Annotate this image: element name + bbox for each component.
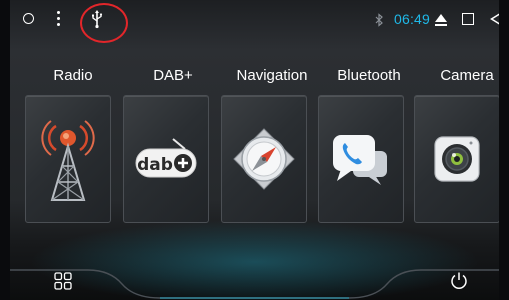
app-label-navigation: Navigation bbox=[236, 67, 308, 84]
status-bar: 06:49 bbox=[10, 0, 499, 43]
app-tile-radio[interactable] bbox=[25, 95, 111, 223]
home-circle-icon[interactable] bbox=[23, 13, 34, 24]
head-unit-screen: 06:49 Radio DAB+ Navigation Bluetooth Ca… bbox=[10, 0, 499, 300]
clock: 06:49 bbox=[394, 11, 431, 27]
radio-tower-icon bbox=[41, 120, 95, 201]
bluetooth-phone-icon bbox=[333, 135, 387, 185]
app-tile-dab[interactable]: dab bbox=[123, 95, 209, 223]
app-tile-navigation[interactable] bbox=[221, 95, 307, 223]
bottom-bar bbox=[10, 258, 499, 300]
back-triangle-icon[interactable] bbox=[490, 12, 499, 26]
app-label-radio: Radio bbox=[53, 67, 93, 84]
app-tile-camera[interactable] bbox=[414, 95, 499, 223]
app-label-camera: Camera bbox=[440, 67, 494, 84]
app-tile-bluetooth[interactable] bbox=[318, 95, 404, 223]
app-labels-row: Radio DAB+ Navigation Bluetooth Camera bbox=[10, 67, 499, 87]
compass-icon bbox=[233, 128, 295, 190]
apps-grid-icon[interactable] bbox=[54, 272, 72, 290]
bottom-bar-curve bbox=[10, 269, 499, 299]
menu-dots-icon[interactable] bbox=[57, 11, 61, 27]
eject-icon[interactable] bbox=[434, 12, 448, 28]
dab-plus-icon: dab bbox=[135, 138, 197, 178]
annotation-circle bbox=[80, 3, 128, 43]
power-icon[interactable] bbox=[449, 271, 469, 291]
bluetooth-icon bbox=[374, 13, 384, 27]
svg-text:dab: dab bbox=[137, 155, 173, 175]
app-label-bluetooth: Bluetooth bbox=[337, 67, 401, 84]
camera-icon bbox=[434, 136, 480, 182]
recents-square-icon[interactable] bbox=[462, 13, 474, 25]
app-label-dab: DAB+ bbox=[153, 67, 193, 84]
